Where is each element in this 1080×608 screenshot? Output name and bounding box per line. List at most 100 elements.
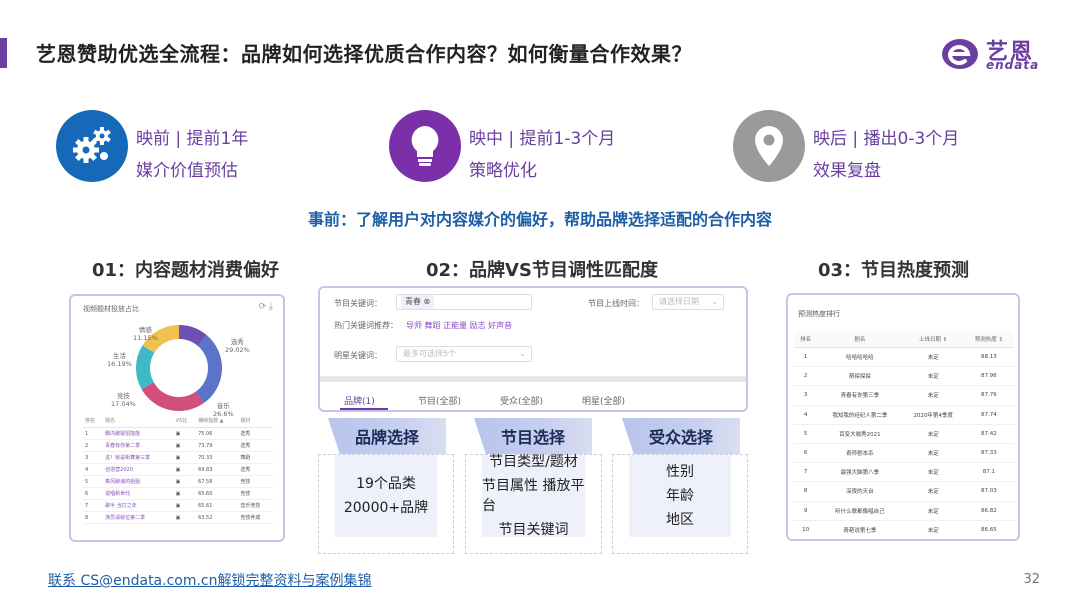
page-title: 艺恩赞助优选全流程：品牌如何选择优质合作内容？如何衡量合作效果？ [36,42,692,66]
table-cell: 说唱新世代 [103,487,174,500]
table-row[interactable]: 5 百变大咖秀2021 未定 87.42 [794,424,1014,444]
table-row[interactable]: 3 青春有你第三季 未定 87.76 [794,385,1014,406]
table-cell: 萌探探探 [817,366,903,387]
table-row[interactable]: 7 最强大脑第八季 未定 87.1 [794,462,1014,483]
keyword-input[interactable]: 青春 ⊗ [396,294,532,310]
table-cell: 青春有你第二季 [103,439,174,452]
table-cell: 奇异剧本杀 [817,443,903,464]
table-cell: 87.1 [963,462,1014,483]
table-row[interactable]: 6 奇异剧本杀 未定 87.33 [794,443,1014,464]
table-header[interactable]: 预测热度 ⇕ [963,331,1014,348]
phase-pre: 映前 | 提前1年 媒介价值预估 [56,110,316,186]
table-cell: 87.03 [963,481,1014,502]
table-cell: 9 [794,501,818,521]
donut-chart [136,325,222,411]
brand-selection-header: 品牌选择 [328,418,446,454]
tab-star[interactable]: 明星(全部) [582,394,625,407]
phase-during-timing: 映中 | 提前1-3个月 [469,129,616,149]
table-row[interactable]: 7 歌手 当打之年 ▣ 65.61 音乐竞技 [83,499,273,512]
hot-keyword-label: 热门关键词推荐： [334,321,398,330]
table-row[interactable]: 2 萌探探探 未定 87.96 [794,366,1014,387]
table-cell: 我知我的经纪人第二季 [817,405,903,425]
table-row[interactable]: 1 哈哈哈哈哈 未定 88.13 [794,347,1014,368]
column-title-2: 02：品牌VS节目调性匹配度 [426,260,658,281]
table-cell: 这！就是街舞第三季 [103,451,174,464]
table-row[interactable]: 8 演员请就位第二季 ▣ 63.52 竞技养成 [83,511,273,524]
star-keyword-label: 明星关键词： [334,351,382,360]
contact-link[interactable]: 联系 CS@endata.com.cn解锁完整资料与案例集锦 [48,570,372,590]
table-cell: 2 [83,439,104,452]
table-row[interactable]: 9 听什么歌都像唱自己 未定 86.82 [794,501,1014,521]
table-row[interactable]: 4 我知我的经纪人第二季 2020年第4季度 87.74 [794,405,1014,425]
table-row[interactable]: 4 创造营2020 ▣ 69.83 选秀 [83,463,273,476]
topic-preference-card: 视频题材投放占比 ⟳ ⤓ 情感 11.15% 选秀 29.02% 音乐 26.6% 竞… [69,294,285,542]
keyword-label: 节目关键词： [334,299,382,308]
tab-audience[interactable]: 受众(全部) [500,394,543,407]
table-cell: 深夜的天台 [817,481,903,502]
table-cell: 87.74 [963,405,1014,425]
table-header: 排名 [794,331,818,348]
table-cell: ▣ [173,475,197,488]
keyword-tag[interactable]: 青春 ⊗ [401,295,435,309]
donut-slice-音乐 [141,382,204,411]
table-cell: 5 [83,475,104,488]
table-cell: 脚内破疑招能能 [103,427,174,440]
table-cell: 听什么歌都像唱自己 [817,501,903,521]
phase-post-timing: 映后 | 播出0-3个月 [813,129,960,149]
active-tab-indicator [340,408,388,410]
program-selection-box: 节目类型/题材 节目属性 播放平台 节目关键词 [465,454,602,554]
phase-pre-timing: 映前 | 提前1年 [136,129,249,149]
table-cell: 87.42 [963,424,1014,444]
table-cell: 70.33 [196,451,239,464]
table-cell: 未定 [902,520,964,539]
table-cell: 8 [83,511,104,524]
phase-during: 映中 | 提前1-3个月 策略优化 [389,110,669,186]
table-cell: 5 [794,424,818,444]
table-row[interactable]: 8 深夜的天台 未定 87.03 [794,481,1014,502]
selection-item: 节目类型/题材 [489,454,578,470]
hot-keyword-list[interactable]: 导师 舞蹈 正能量 励志 好声音 [406,320,512,331]
star-keyword-select[interactable]: 最多可选择5个 ⌄ [396,346,532,362]
selection-item: 20000+品牌 [343,500,429,516]
phase-post: 映后 | 播出0-3个月 效果复盘 [733,110,993,186]
form-divider [320,376,746,382]
donut-label-jingji: 竞技 17.04% [111,392,136,408]
table-row[interactable]: 1 脚内破疑招能能 ▣ 75.06 选秀 [83,427,273,440]
table-cell: ▣ [173,451,197,464]
heat-forecast-card: 预测热度排行 排名 剧名 上线日期 ⇕ 预测热度 ⇕ 1 哈哈哈哈哈 未定 88.13… [786,293,1020,541]
tab-program[interactable]: 节目(全部) [418,394,461,407]
table-cell: 86.82 [963,501,1014,521]
program-selection-header: 节目选择 [474,418,592,454]
table-cell: 65.61 [196,499,239,512]
table-cell: ▣ [173,439,197,452]
table-cell: 音乐竞技 [238,499,273,512]
table-cell: 选秀 [238,427,273,440]
table-cell: 哈哈哈哈哈 [817,347,903,368]
donut-slice-竞技 [136,345,155,390]
table-row[interactable]: 6 说唱新世代 ▣ 65.60 竞技 [83,487,273,500]
table-cell: 未定 [902,347,964,368]
table-cell: 86.65 [963,520,1014,539]
audience-selection-box: 性别 年龄 地区 [612,454,748,554]
table-cell: 未定 [902,462,964,483]
table-header[interactable]: 上线日期 ⇕ [902,331,964,348]
table-cell: 演员请就位第二季 [103,511,174,524]
table-row[interactable]: 2 青春有你第二季 ▣ 73.79 选秀 [83,439,273,452]
table-cell: 4 [794,405,818,425]
online-date-placeholder: 请选择日期 [659,297,699,306]
subheading: 事前：了解用户对内容媒介的偏好，帮助品牌选择适配的合作内容 [307,210,772,229]
donut-label-shenghuo: 生活 16.19% [107,352,132,368]
table-row[interactable]: 3 这！就是街舞第三季 ▣ 70.33 舞蹈 [83,451,273,464]
star-keyword-placeholder: 最多可选择5个 [403,349,457,358]
phase-post-task: 效果复盘 [813,161,881,181]
online-date-select[interactable]: 请选择日期 ⌄ [652,294,724,310]
tab-brand[interactable]: 品牌(1) [344,394,375,407]
table-row[interactable]: 10 奇葩说第七季 未定 86.65 [794,520,1014,539]
table-cell: 未定 [902,481,964,502]
table-cell: 1 [83,427,104,440]
table-cell: ▣ [173,427,197,440]
table-row[interactable]: 5 乘风破浪的姐姐 ▣ 67.58 竞技 [83,475,273,488]
column-title-1: 01：内容题材消费偏好 [92,260,280,281]
donut-label-qinggan: 情感 11.15% [133,326,158,342]
donut-slice-情感 [178,325,207,347]
